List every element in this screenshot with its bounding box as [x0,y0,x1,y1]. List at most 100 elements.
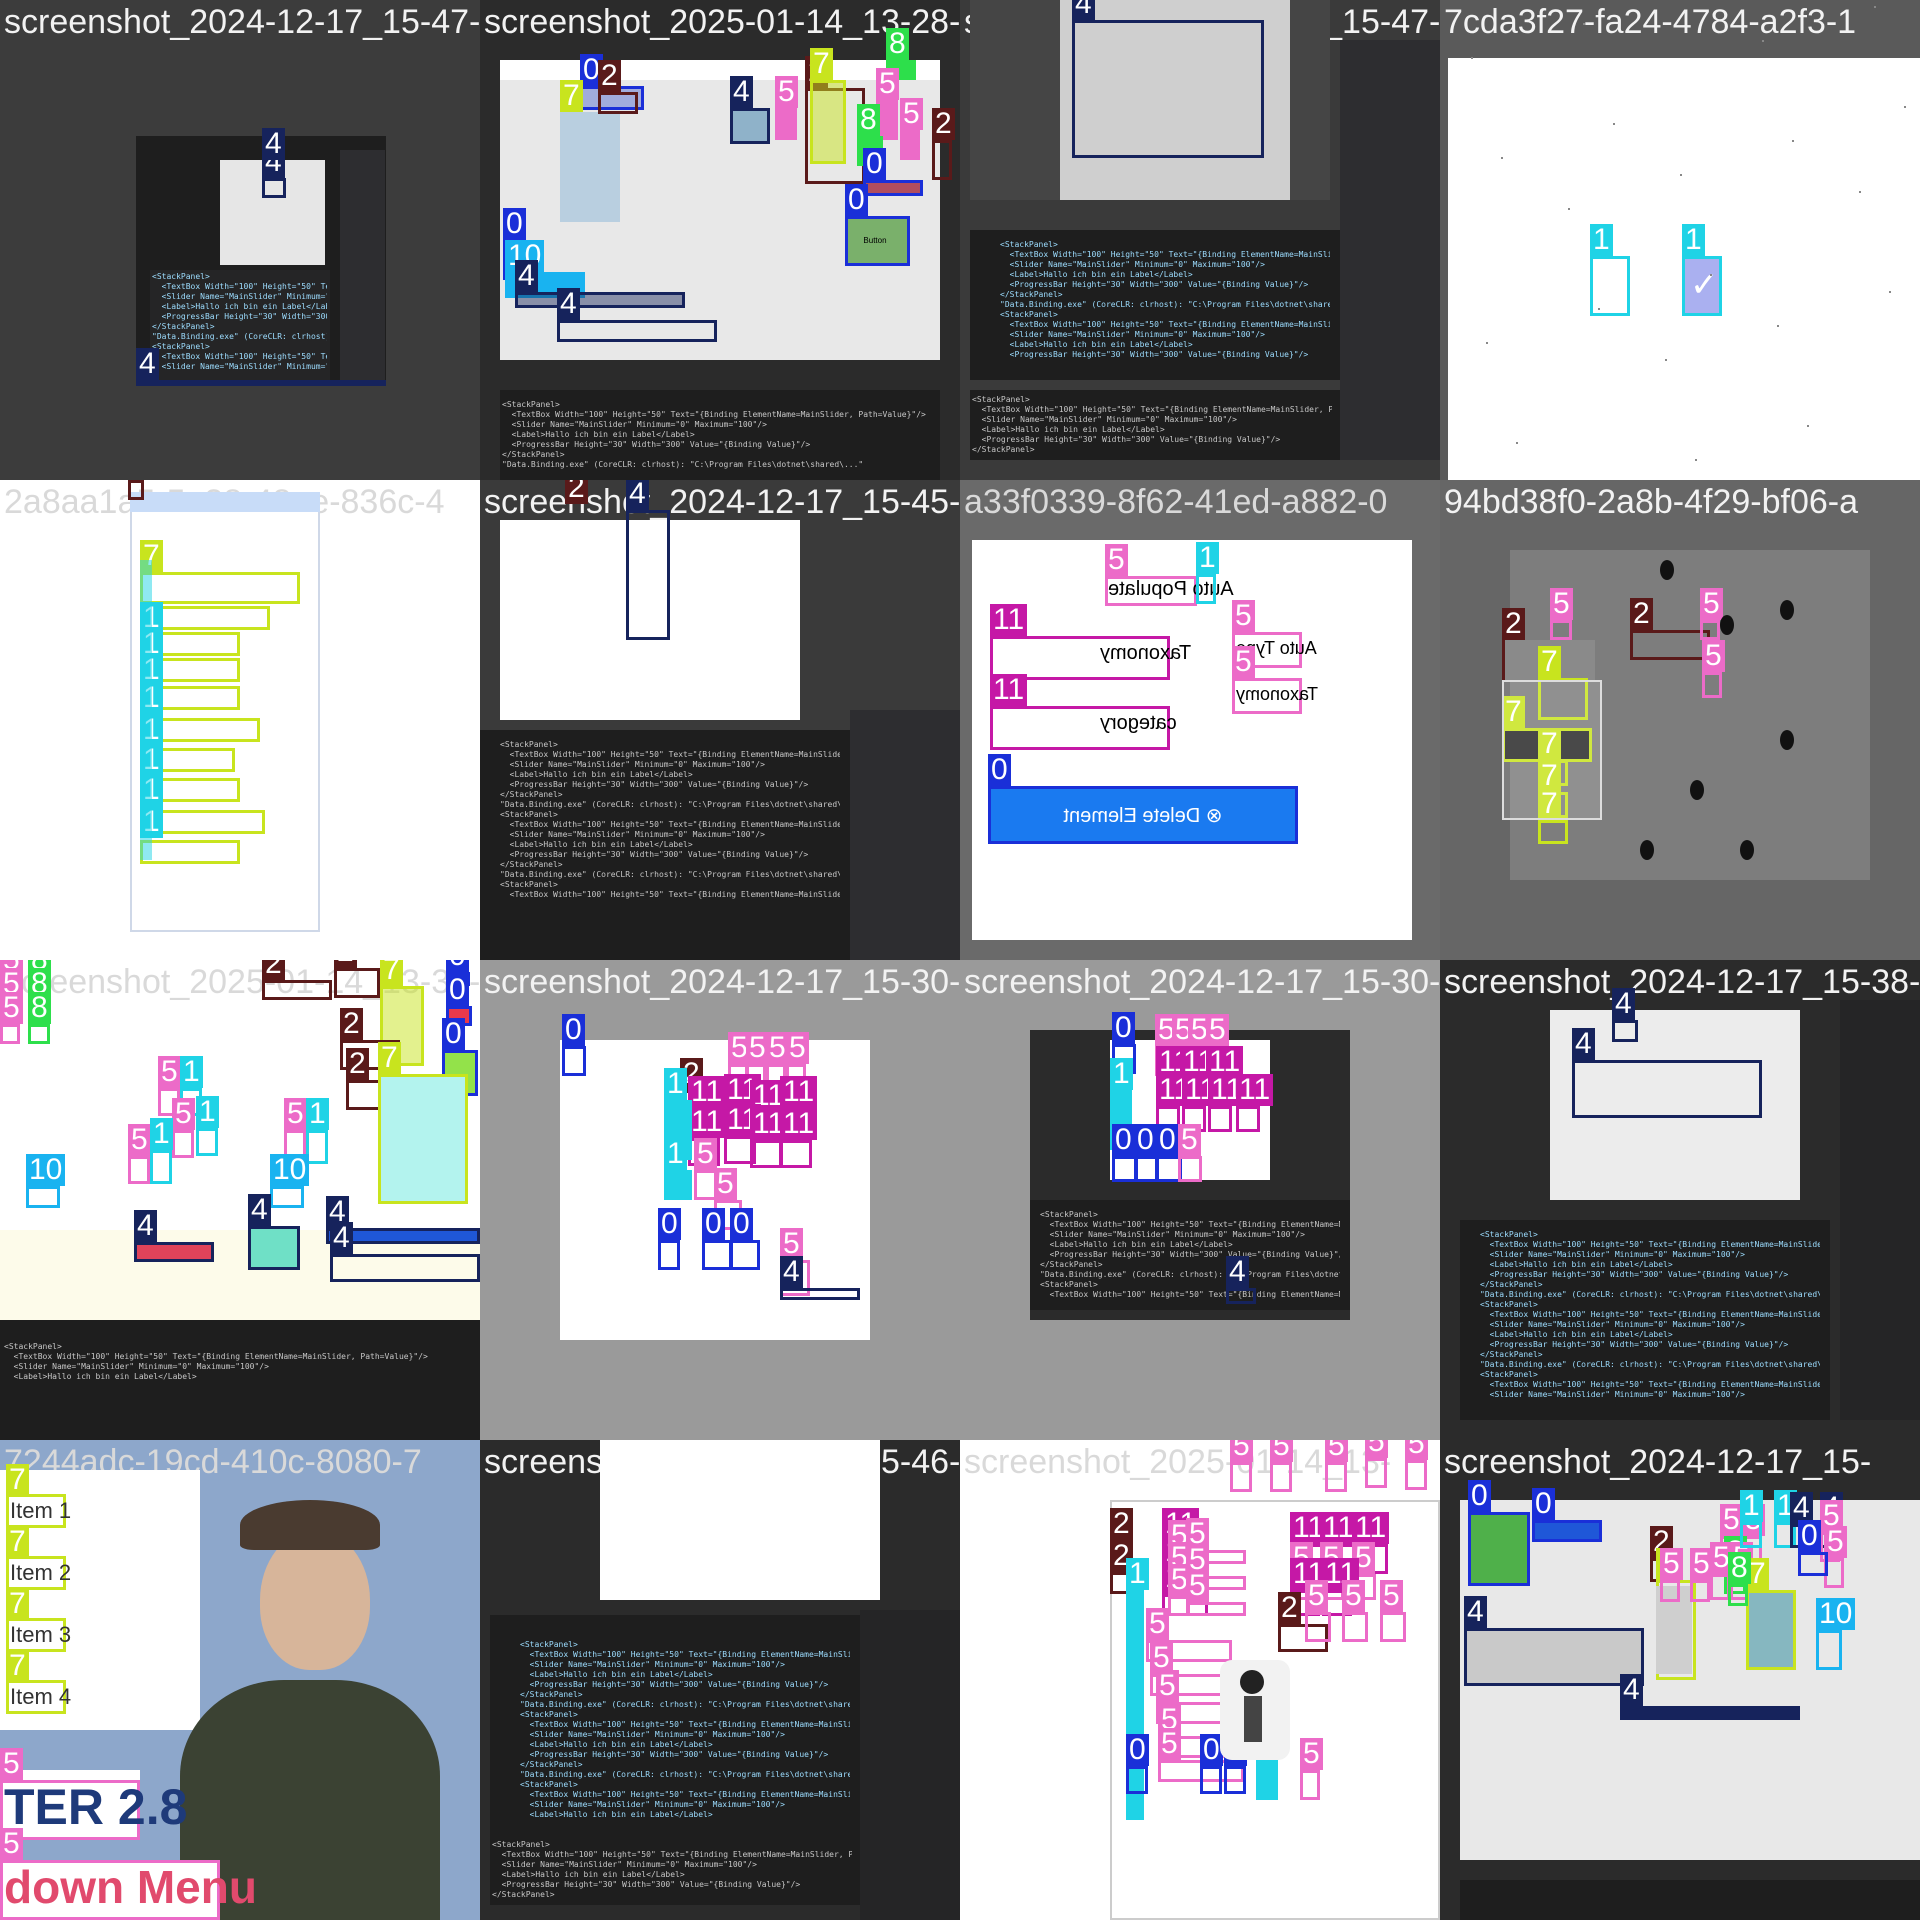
class-label-5: 5 [786,1032,809,1064]
class-label-1: 1 [180,1056,203,1088]
connector-handle [1660,560,1674,580]
tile-filename: screenshot_2024-12-17_15-30-05_png.rf. [484,963,960,1001]
bbox-class-4 [136,380,386,386]
class-label-5: 5 [1146,1608,1169,1640]
class-label-0: 0 [845,184,868,216]
bbox-class-2 [932,140,952,180]
class-label-0: 0 [863,148,886,180]
noise-dot [1665,359,1667,361]
class-label-0: 0 [1126,1734,1149,1766]
bbox-class-5 [1660,1580,1680,1602]
properties-panel [340,150,385,380]
bbox-class-1 [150,1150,172,1184]
class-label-1: 1 [664,1138,687,1170]
noise-dot [1516,442,1518,444]
class-label-2: 2 [262,960,285,980]
delete-element-button[interactable]: ⊗ Delete Element [988,786,1298,844]
class-label-5: 5 [1660,1548,1683,1580]
class-label-11: 11 [780,1108,818,1140]
class-label-7: 7 [1538,646,1561,678]
class-label-2: 2 [932,108,955,140]
bbox-class-0 [1532,1520,1602,1542]
class-label-5: 5 [1232,600,1255,632]
bbox-class-1 [1590,256,1630,316]
bbox-class-7 [378,1074,468,1204]
bbox-class-7 [1538,820,1568,844]
bbox-class-5 [1300,1770,1320,1800]
noise-dot [1501,157,1503,159]
bbox-class-7 [140,840,240,864]
bbox-class-4 [330,1254,480,1282]
bbox-class-5 [1700,620,1720,640]
class-label-0: 0 [562,1014,585,1046]
noise-dot [1583,23,1585,25]
class-label-4: 4 [1226,1256,1249,1288]
tile-3: screenshot_2024-12-17_15-47-07_png.rf.4<… [960,0,1440,480]
button-control[interactable]: Button [850,230,900,250]
class-label-5: 5 [284,1098,307,1130]
tile-filename: screenshot_2024-12-17_15-45-54_png.rf. [484,483,960,521]
bbox-class-5 [775,108,797,140]
bbox-class-0 [730,1240,760,1270]
bbox-class-7 [1746,1590,1796,1670]
class-label-4: 4 [134,1210,157,1242]
solution-explorer [1340,40,1440,460]
tile-13: 7244adc-19cd-410c-8080-7 7 Item 1 7 Item 27I… [0,1440,480,1920]
noise-dot [1792,140,1794,142]
class-label-7: 7 [810,48,833,80]
tile-4: 7cda3f27-fa24-4784-a2f3-1 1 1 ✓ [1440,0,1920,480]
class-label-4: 4 [1464,1596,1487,1628]
noise-dot [1568,208,1570,210]
bbox-class-2 [598,92,638,114]
class-label-8: 8 [857,104,880,136]
bbox-class-4 [730,108,770,144]
bbox-class-1 [664,1170,692,1200]
class-label-5: 5 [775,76,798,108]
connector-handle [1640,840,1654,860]
bbox-class-7 [140,572,300,604]
bbox-class-4 [262,178,286,198]
bbox-class-4 [1464,1628,1644,1686]
tile-5: 2a8aa1a5-5e38-48ee-836c-42711111111 [0,480,480,960]
noise-dot [1598,308,1600,310]
class-label-4: 4 [626,480,649,510]
bbox-class-5 [1342,1612,1368,1642]
bbox-class-10 [1816,1630,1842,1670]
item-label: Item 2 [10,1560,72,1585]
class-label-11: 11 [990,604,1028,636]
class-label-0: 0 [988,754,1011,786]
bbox-class-5 [1186,1602,1246,1616]
code-editor-text: <StackPanel> <TextBox Width="100" Height… [1480,1230,1820,1399]
class-label-4: 4 [780,1256,803,1288]
tile-1: screenshot_2024-12-17_15-47-04_png.rf. <S… [0,0,480,480]
taxonomy-label: Taxonomy [1236,684,1319,704]
bbox-class-0 [562,1046,586,1076]
class-label-5: 5 [1342,1580,1365,1612]
bbox-class-5 [1270,1462,1292,1492]
bbox-class-5 [1405,1460,1427,1490]
class-label-1: 1 [1590,224,1613,256]
class-label-1: 1 [1740,1490,1763,1522]
class-label-2: 2 [1110,1508,1133,1540]
taxonomy-field[interactable]: Taxonomy [1100,642,1191,665]
bbox-class-4 [248,1226,300,1270]
bbox-class-8 [1728,1584,1748,1606]
class-label-7: 7 [560,80,583,112]
code-editor-text: <StackPanel> <TextBox Width="100" Height… [152,272,327,371]
class-label-2: 2 [565,480,588,504]
class-label-8: 8 [1728,1552,1751,1584]
class-label-11: 11 [1352,1512,1390,1544]
selection-column [140,560,152,860]
category-field[interactable]: category [1100,712,1177,735]
class-label-1: 1 [1126,1558,1149,1590]
bbox-class-1 [1196,574,1216,604]
bbox-class-4 [1072,20,1264,158]
bbox-class-2 [262,980,332,1000]
tile-6: screenshot_2024-12-17_15-45-54_png.rf.4<… [480,480,960,960]
class-label-5: 5 [1206,1014,1229,1046]
bbox-class-1 [1740,1522,1762,1548]
class-label-5: 5 [1550,588,1573,620]
class-label-5: 5 [1380,1580,1403,1612]
noise-dot [1695,459,1697,461]
noise-dot [1486,342,1488,344]
